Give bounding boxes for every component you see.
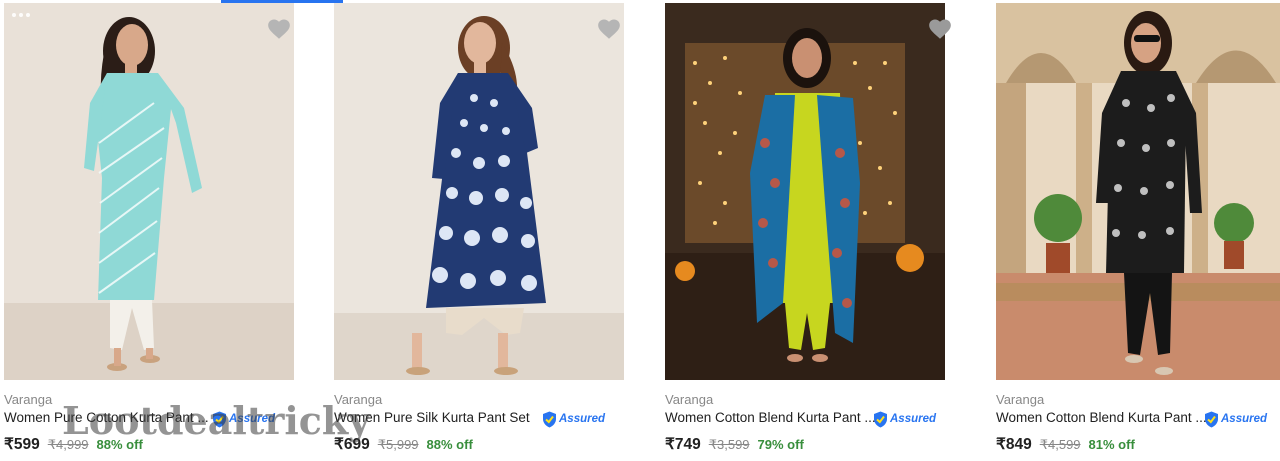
selling-price: ₹849 <box>996 436 1032 453</box>
product-brand: Varanga <box>996 392 1045 407</box>
heart-icon[interactable] <box>596 16 622 42</box>
assured-badge: Assured <box>1204 410 1267 428</box>
assured-shield-icon <box>1205 411 1218 427</box>
selling-price: ₹599 <box>4 436 40 453</box>
product-brand: Varanga <box>665 392 714 407</box>
original-price: ₹5,999 <box>377 437 419 452</box>
product-card[interactable]: Varanga Women Cotton Blend Kurta Pant ..… <box>665 0 955 461</box>
assured-shield-icon <box>874 411 887 427</box>
heart-icon[interactable] <box>927 16 953 42</box>
product-card[interactable]: Varanga Women Pure Cotton Kurta Pant ...… <box>4 0 294 461</box>
product-brand: Varanga <box>4 392 53 407</box>
product-title[interactable]: Women Cotton Blend Kurta Pant ... <box>996 410 1207 425</box>
assured-label: Assured <box>1221 413 1268 425</box>
discount-percent: 81% off <box>1088 437 1135 452</box>
watermark-text: Lootdealtricky <box>62 398 371 443</box>
product-image[interactable] <box>334 3 624 380</box>
selling-price: ₹749 <box>665 436 701 453</box>
heart-icon[interactable] <box>266 16 292 42</box>
price-row: ₹749 ₹3,599 79% off <box>665 435 804 454</box>
product-title[interactable]: Women Cotton Blend Kurta Pant ... <box>665 410 876 425</box>
product-card[interactable]: Varanga Women Cotton Blend Kurta Pant ..… <box>996 0 1280 461</box>
original-price: ₹4,599 <box>1039 437 1081 452</box>
image-carousel-dots[interactable] <box>12 13 30 17</box>
original-price: ₹3,599 <box>708 437 750 452</box>
discount-percent: 79% off <box>757 437 804 452</box>
product-image[interactable] <box>4 3 294 380</box>
assured-shield-icon <box>543 411 556 427</box>
assured-badge: Assured <box>542 410 605 428</box>
assured-label: Assured <box>559 413 606 425</box>
product-image[interactable] <box>665 3 945 380</box>
assured-label: Assured <box>890 413 937 425</box>
product-card[interactable]: Varanga Women Pure Silk Kurta Pant Set A… <box>334 0 624 461</box>
discount-percent: 88% off <box>426 437 473 452</box>
product-image[interactable] <box>996 3 1280 380</box>
price-row: ₹849 ₹4,599 81% off <box>996 435 1135 454</box>
assured-badge: Assured <box>873 410 936 428</box>
